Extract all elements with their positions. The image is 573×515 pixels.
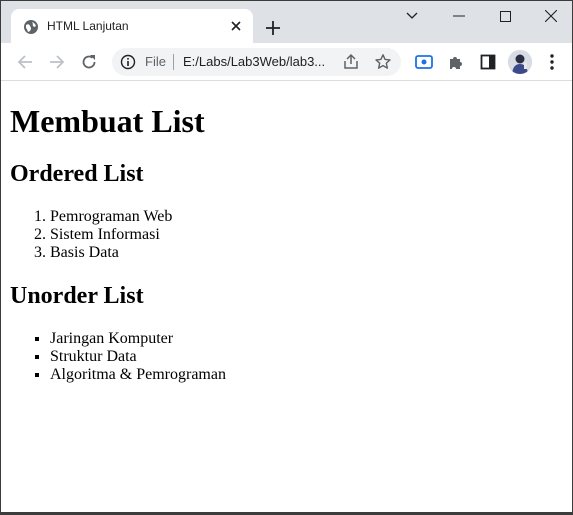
tab-html-lanjutan[interactable]: HTML Lanjutan [11,9,253,43]
close-tab-icon[interactable] [227,17,245,35]
unordered-list-item: Jaringan Komputer [50,330,563,348]
screen-cast-extension-icon[interactable] [414,52,434,72]
tab-strip: HTML Lanjutan [1,1,572,43]
window-close-icon[interactable] [528,1,572,31]
file-scheme-label: File [145,54,166,69]
ordered-list-heading: Ordered List [10,161,144,187]
minimize-icon[interactable] [436,1,482,31]
url-text[interactable]: E:/Labs/Lab3Web/lab3... [183,54,338,70]
ordered-list-item: Pemrograman Web [50,208,563,226]
globe-icon [23,19,39,35]
share-icon[interactable] [342,53,360,71]
omnibox-divider [173,54,174,70]
profile-avatar[interactable] [508,50,532,74]
ordered-list-item: Sistem Informasi [50,226,563,244]
back-icon[interactable] [11,48,39,76]
forward-icon[interactable] [43,48,71,76]
tab-title: HTML Lanjutan [47,19,129,33]
page-title: Membuat List [10,103,205,139]
tab-search-icon[interactable] [389,1,435,31]
address-bar[interactable]: File E:/Labs/Lab3Web/lab3... [112,48,401,76]
page-content: Membuat List Ordered List Pemrograman We… [1,82,572,512]
unordered-list-heading: Unorder List [10,283,144,309]
reload-icon[interactable] [75,48,103,76]
unordered-list: Jaringan Komputer Struktur Data Algoritm… [10,330,563,384]
extensions-puzzle-icon[interactable] [446,52,466,72]
browser-toolbar: File E:/Labs/Lab3Web/lab3... [1,43,572,81]
unordered-list-item: Algoritma & Pemrograman [50,366,563,384]
maximize-icon[interactable] [482,1,528,31]
unordered-list-item: Struktur Data [50,348,563,366]
ordered-list-item: Basis Data [50,244,563,262]
bookmark-star-icon[interactable] [374,53,392,71]
browser-window: HTML Lanjutan File E:/Labs/Lab3Web/lab3.… [0,0,573,515]
new-tab-icon[interactable] [261,16,285,40]
menu-kebab-icon[interactable] [542,52,562,72]
info-icon[interactable] [120,54,136,70]
side-panel-icon[interactable] [478,52,498,72]
ordered-list: Pemrograman Web Sistem Informasi Basis D… [10,208,563,262]
